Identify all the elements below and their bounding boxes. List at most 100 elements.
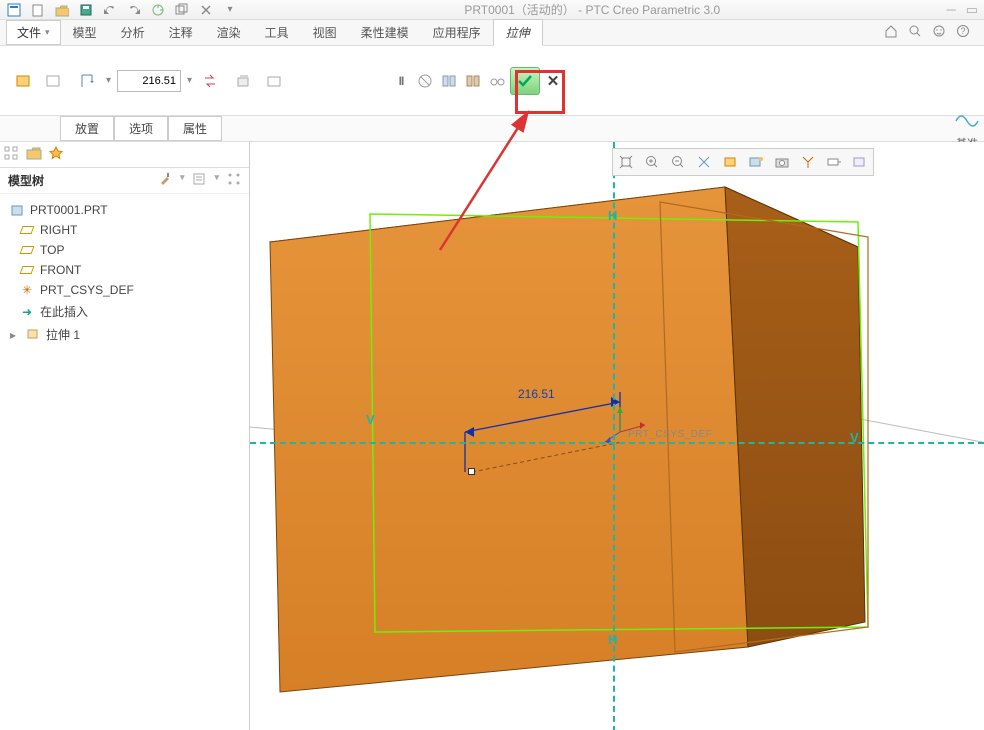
menu-right-tools: ? xyxy=(884,24,984,41)
graphics-viewport[interactable]: H H V V 216.51 PRT_CSYS_DEF xyxy=(250,142,984,730)
minimize-icon[interactable]: ─ xyxy=(946,2,955,18)
tab-annotate[interactable]: 注释 xyxy=(157,20,205,45)
attach-preview-button[interactable] xyxy=(438,70,460,92)
tree-header: 模型树 ▾ ▾ xyxy=(0,168,249,194)
open-icon[interactable] xyxy=(54,2,70,18)
app-icon xyxy=(6,2,22,18)
depth-type-caret-icon[interactable]: ▾ xyxy=(106,75,111,86)
axis-v-left-label: V xyxy=(366,412,375,427)
window-title: PRT0001（活动的） - PTC Creo Parametric 3.0 xyxy=(244,1,940,18)
zoom-out-icon[interactable] xyxy=(667,151,689,173)
axis-v-right-label: V xyxy=(850,430,859,445)
tree-item-front[interactable]: FRONT xyxy=(6,260,243,280)
axis-h-bottom-label: H xyxy=(608,632,617,647)
subtab-properties[interactable]: 属性 xyxy=(168,116,222,141)
tree-item-label: PRT_CSYS_DEF xyxy=(40,283,134,297)
window-controls: ─ ▭ xyxy=(946,2,978,18)
tree-item-feature[interactable]: ▸ 拉伸 1 xyxy=(6,323,243,346)
remove-material-button[interactable] xyxy=(232,69,256,93)
close-win-icon[interactable] xyxy=(198,2,214,18)
redo-icon[interactable] xyxy=(126,2,142,18)
tab-analysis[interactable]: 分析 xyxy=(109,20,157,45)
search-icon[interactable] xyxy=(908,24,922,41)
camera-icon[interactable] xyxy=(771,151,793,173)
qat-more-icon[interactable]: ▾ xyxy=(222,2,238,18)
glasses-preview-button[interactable] xyxy=(486,70,508,92)
subtab-options[interactable]: 选项 xyxy=(114,116,168,141)
tree-title: 模型树 xyxy=(8,172,44,189)
tab-view[interactable]: 视图 xyxy=(301,20,349,45)
depth-type-button[interactable] xyxy=(76,69,100,93)
csys-icon: ✳ xyxy=(20,283,34,297)
remove-mat-group xyxy=(232,69,286,93)
nav-model-tree-icon[interactable] xyxy=(4,145,20,164)
model-tree: PRT0001.PRT RIGHT TOP FRONT ✳ PRT_CSYS_DE… xyxy=(0,194,249,352)
tree-item-label: FRONT xyxy=(40,263,81,277)
tree-root[interactable]: PRT0001.PRT xyxy=(6,200,243,220)
tab-render[interactable]: 渲染 xyxy=(205,20,253,45)
surface-extrude-button[interactable] xyxy=(42,69,66,93)
flip-direction-button[interactable] xyxy=(198,69,222,93)
svg-text:?: ? xyxy=(960,26,965,36)
save-icon[interactable] xyxy=(78,2,94,18)
annotation-display-icon[interactable] xyxy=(823,151,845,173)
navigator-panel: 模型树 ▾ ▾ PRT0001.PRT RIGHT TOP FRONT ✳PRT… xyxy=(0,142,250,730)
tab-tools[interactable]: 工具 xyxy=(253,20,301,45)
spin-center-icon[interactable] xyxy=(849,151,871,173)
part-icon xyxy=(10,203,24,217)
datum-display-icon[interactable] xyxy=(797,151,819,173)
drag-handle[interactable] xyxy=(468,468,475,475)
tree-item-label: TOP xyxy=(40,243,64,257)
help-icon[interactable]: ? xyxy=(956,24,970,41)
depth-value-caret-icon[interactable]: ▾ xyxy=(187,75,192,86)
extrude-feature-icon xyxy=(26,326,40,343)
nav-folder-icon[interactable] xyxy=(26,145,42,164)
new-icon[interactable] xyxy=(30,2,46,18)
unattach-preview-button[interactable] xyxy=(462,70,484,92)
dimension-value[interactable]: 216.51 xyxy=(518,387,555,401)
saved-views-icon[interactable] xyxy=(745,151,767,173)
plane-icon xyxy=(20,243,34,257)
tree-item-csys[interactable]: ✳ PRT_CSYS_DEF xyxy=(6,280,243,300)
expand-caret-icon[interactable]: ▸ xyxy=(10,328,20,342)
file-menu-button[interactable]: 文件▾ xyxy=(6,20,61,45)
smiley-icon[interactable] xyxy=(932,24,946,41)
solid-extrude-button[interactable] xyxy=(12,69,36,93)
tab-app[interactable]: 应用程序 xyxy=(421,20,493,45)
insert-here-icon: ➜ xyxy=(20,305,34,319)
tree-settings-icon[interactable] xyxy=(227,172,241,189)
tab-flex[interactable]: 柔性建模 xyxy=(349,20,421,45)
confirm-feature-button[interactable] xyxy=(510,67,540,95)
nav-favorites-icon[interactable] xyxy=(48,145,64,164)
subtab-placement[interactable]: 放置 xyxy=(60,116,114,141)
regen-icon[interactable] xyxy=(150,2,166,18)
no-preview-button[interactable] xyxy=(414,70,436,92)
feature-control-group: II ✕ xyxy=(390,67,564,95)
cancel-feature-button[interactable]: ✕ xyxy=(542,70,564,92)
home-icon[interactable] xyxy=(884,24,898,41)
axis-h-top-label: H xyxy=(608,208,617,223)
tree-item-right[interactable]: RIGHT xyxy=(6,220,243,240)
tree-show-icon[interactable] xyxy=(192,172,206,189)
tab-extrude[interactable]: 拉伸 xyxy=(493,19,543,46)
tree-item-top[interactable]: TOP xyxy=(6,240,243,260)
model-scene: H H V V 216.51 PRT_CSYS_DEF xyxy=(250,142,984,730)
tree-item-label: RIGHT xyxy=(40,223,77,237)
repaint-icon[interactable] xyxy=(693,151,715,173)
sine-wave-icon[interactable] xyxy=(954,110,980,132)
tree-tools-icon[interactable] xyxy=(158,172,172,189)
pause-button[interactable]: II xyxy=(390,70,412,92)
plane-icon xyxy=(20,263,34,277)
tab-model[interactable]: 模型 xyxy=(61,20,109,45)
thicken-button[interactable] xyxy=(262,69,286,93)
tree-root-label: PRT0001.PRT xyxy=(30,203,108,217)
refit-icon[interactable] xyxy=(615,151,637,173)
windows-icon[interactable] xyxy=(174,2,190,18)
extrude-type-group xyxy=(12,69,66,93)
maximize-icon[interactable]: ▭ xyxy=(966,2,978,18)
undo-icon[interactable] xyxy=(102,2,118,18)
display-style-icon[interactable] xyxy=(719,151,741,173)
depth-value-input[interactable] xyxy=(117,70,181,92)
zoom-in-icon[interactable] xyxy=(641,151,663,173)
tree-item-insert[interactable]: ➜在此插入 xyxy=(6,300,243,323)
